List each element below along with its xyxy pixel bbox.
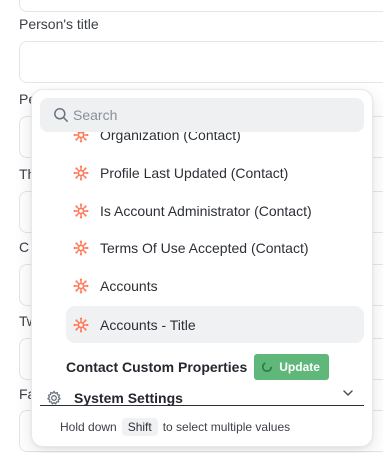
- hubspot-sprocket-icon: [73, 278, 89, 294]
- hubspot-sprocket-icon: [73, 317, 89, 333]
- persons-title-label: Person's title: [19, 16, 99, 32]
- group-header: Contact Custom Properties Update: [66, 353, 329, 381]
- property-dropdown: Organization (Contact) Profile Last Upda…: [31, 89, 373, 447]
- list-item[interactable]: Organization (Contact): [66, 132, 364, 153]
- list-item-selected[interactable]: Accounts - Title: [66, 306, 364, 343]
- gear-icon: [46, 390, 62, 406]
- refresh-icon: [261, 361, 273, 373]
- search-icon: [53, 107, 69, 123]
- hubspot-sprocket-icon: [73, 132, 89, 143]
- form-label-4: C: [19, 239, 30, 255]
- multi-select-hint: Hold down Shift to select multiple value…: [60, 416, 290, 438]
- search-input[interactable]: [73, 107, 343, 123]
- list-item-label: Terms Of Use Accepted (Contact): [100, 239, 309, 256]
- list-item-label: Is Account Administrator (Contact): [100, 202, 312, 219]
- persons-title-field[interactable]: [19, 41, 383, 83]
- list-item[interactable]: Accounts: [66, 267, 364, 304]
- group-label: Contact Custom Properties: [66, 359, 248, 375]
- options-list[interactable]: Organization (Contact) Profile Last Upda…: [32, 132, 372, 364]
- search-box[interactable]: [40, 98, 364, 132]
- list-item-label: Accounts - Title: [100, 316, 196, 333]
- update-button[interactable]: Update: [254, 354, 329, 380]
- hint-suffix: to select multiple values: [162, 420, 291, 434]
- list-item[interactable]: Is Account Administrator (Contact): [66, 192, 364, 229]
- update-button-label: Update: [279, 360, 320, 374]
- system-settings-label: System Settings: [74, 390, 183, 406]
- shift-key-badge: Shift: [121, 418, 158, 436]
- form-field-top[interactable]: [19, 0, 383, 12]
- hubspot-sprocket-icon: [73, 203, 89, 219]
- list-item-label: Accounts: [100, 277, 158, 294]
- list-item[interactable]: Terms Of Use Accepted (Contact): [66, 229, 364, 266]
- list-item[interactable]: Profile Last Updated (Contact): [66, 154, 364, 191]
- chevron-down-icon[interactable]: [341, 386, 355, 400]
- hint-prefix: Hold down: [60, 420, 117, 434]
- divider: [40, 405, 364, 406]
- hubspot-sprocket-icon: [73, 165, 89, 181]
- list-item-label: Profile Last Updated (Contact): [100, 164, 289, 181]
- list-item-label: Organization (Contact): [100, 132, 241, 143]
- hubspot-sprocket-icon: [73, 240, 89, 256]
